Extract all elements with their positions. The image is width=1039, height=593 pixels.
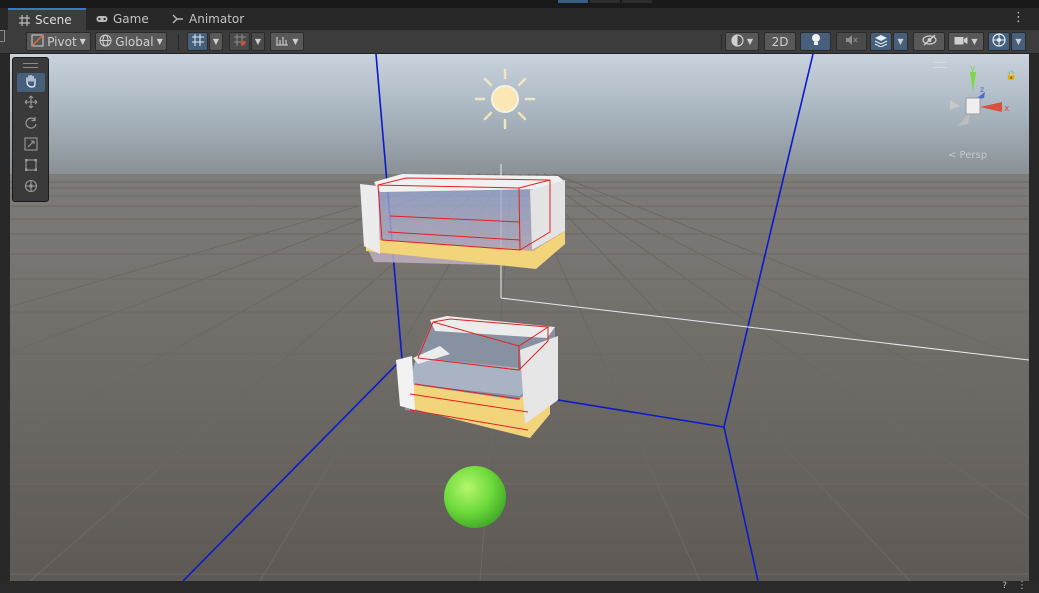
camera-settings-button[interactable]: ▼ [948, 32, 984, 51]
hand-icon [24, 74, 38, 91]
animator-icon [172, 13, 184, 25]
chevron-down-icon: ▼ [971, 37, 978, 46]
toolbar-pause-indicator [590, 0, 620, 3]
rotate-icon [24, 116, 38, 133]
more-options-icon[interactable]: ⋮ [1012, 11, 1025, 25]
draw-mode-button[interactable]: ▼ [725, 32, 759, 51]
tab-scene[interactable]: Scene [8, 8, 86, 30]
tab-game[interactable]: Game [86, 8, 158, 30]
scene-toolbar: Pivot ▼ Global ▼ ▼ ▼ ▼ ▼ 2D ▼ ▼ ▼ [0, 30, 1039, 54]
toolbar-separator [721, 34, 722, 50]
gizmo-z-label: z [980, 85, 984, 94]
green-sphere-object[interactable] [444, 466, 506, 528]
scene-viewport[interactable] [10, 54, 1029, 581]
lightbulb-icon [810, 33, 822, 50]
scale-icon [24, 137, 38, 154]
rect-icon [24, 158, 38, 175]
hand-tool-button[interactable] [17, 73, 45, 92]
ruler-icon [275, 34, 289, 49]
chevron-down-icon: ▼ [1015, 37, 1022, 46]
chevron-down-icon: ▼ [254, 37, 262, 46]
chevron-down-icon: ▼ [746, 37, 754, 46]
tab-scene-label: Scene [35, 13, 72, 27]
window-top-strip [0, 0, 1039, 8]
chevron-down-icon: ▼ [79, 37, 86, 46]
left-panel-edge [0, 30, 10, 581]
toggle-2d-button[interactable]: 2D [764, 32, 796, 51]
scene-render [10, 54, 1029, 581]
move-icon [24, 95, 38, 112]
effects-dropdown[interactable]: ▼ [893, 32, 908, 51]
chevron-down-icon: ▼ [212, 37, 220, 46]
tab-animator-label: Animator [189, 12, 245, 26]
camera-icon [954, 35, 968, 49]
scene-visibility-button[interactable] [913, 32, 945, 51]
increment-snap-dropdown[interactable]: ▼ [251, 32, 265, 51]
global-toggle-button[interactable]: Global ▼ [95, 32, 167, 51]
chevron-down-icon: ▼ [156, 37, 163, 46]
globe-icon [99, 34, 112, 50]
toolbar-step-indicator [622, 0, 652, 3]
scale-tool-button[interactable] [17, 136, 45, 155]
gizmo-globe-icon [992, 33, 1006, 50]
chevron-down-icon: ▼ [292, 37, 299, 46]
rect-tool-button[interactable] [17, 157, 45, 176]
projection-label[interactable]: < Persp [948, 150, 987, 161]
grid-snap-button[interactable] [187, 32, 208, 51]
right-panel-edge [1029, 54, 1039, 581]
shaded-sphere-icon [731, 33, 744, 50]
lighting-toggle-button[interactable] [800, 32, 831, 51]
gizmos-dropdown[interactable]: ▼ [1011, 32, 1026, 51]
increment-snap-button[interactable] [229, 32, 250, 51]
gizmo-y-label: y [970, 64, 976, 74]
toggle-2d-label: 2D [771, 34, 789, 49]
toolbar-separator [178, 34, 179, 50]
pivot-icon [31, 34, 44, 50]
tab-game-label: Game [113, 12, 149, 26]
directional-light-icon[interactable] [474, 68, 536, 130]
speaker-muted-icon [845, 34, 858, 49]
pivot-label: Pivot [47, 34, 77, 49]
status-bar: ? ⋮ [0, 580, 1039, 593]
grid-snap-dropdown[interactable]: ▼ [209, 32, 223, 51]
gizmo-x-label: x [1004, 104, 1010, 114]
tab-animator[interactable]: Animator [162, 8, 252, 30]
audio-toggle-button[interactable] [836, 32, 867, 51]
gizmo-neg-x-axis[interactable] [950, 100, 960, 110]
tool-palette [12, 57, 49, 202]
global-label: Global [115, 34, 154, 49]
orientation-gizmo[interactable]: y x z < Persp [940, 62, 1020, 162]
gizmo-y-axis[interactable] [970, 72, 976, 92]
transform-tool-button[interactable] [17, 178, 45, 197]
pivot-toggle-button[interactable]: Pivot ▼ [26, 32, 91, 51]
upper-container-object[interactable] [360, 174, 565, 269]
collapse-icon[interactable] [0, 30, 5, 42]
gizmo-x-axis[interactable] [980, 102, 1002, 112]
effects-toggle-button[interactable] [870, 32, 892, 51]
move-tool-button[interactable] [17, 94, 45, 113]
help-icon[interactable]: ? [1002, 581, 1007, 591]
ruler-button[interactable]: ▼ [270, 32, 304, 51]
increment-snap-icon [233, 33, 247, 50]
gizmo-center-cube[interactable] [965, 97, 981, 115]
grid-icon [18, 14, 30, 26]
transform-icon [24, 179, 38, 196]
eye-hidden-icon [921, 34, 937, 49]
drag-handle-icon[interactable] [23, 63, 38, 68]
grid-snap-icon [191, 33, 205, 50]
rotate-tool-button[interactable] [17, 115, 45, 134]
gamepad-icon [96, 13, 108, 25]
tab-bar: Scene Game Animator ⋮ [0, 8, 1039, 30]
gizmos-toggle-button[interactable] [988, 32, 1010, 51]
chevron-down-icon: ▼ [897, 37, 904, 46]
toolbar-play-indicator [558, 0, 588, 3]
status-more-icon[interactable]: ⋮ [1017, 580, 1027, 591]
effects-layers-icon [874, 34, 888, 50]
